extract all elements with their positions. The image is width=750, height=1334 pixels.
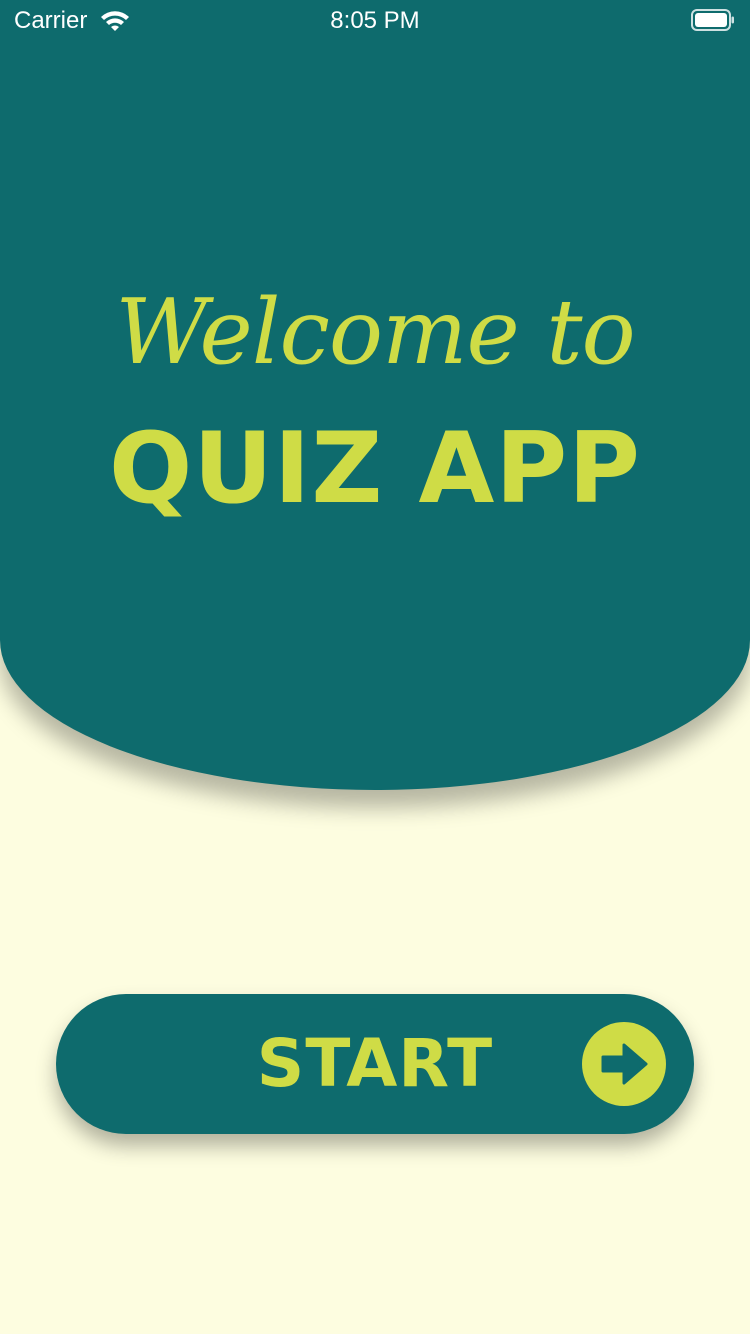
status-time: 8:05 PM <box>330 7 420 34</box>
welcome-text: Welcome to <box>115 280 635 385</box>
arrow-right-circle-icon <box>582 1022 666 1106</box>
status-bar: Carrier 8:05 PM <box>0 0 750 40</box>
start-button[interactable]: START <box>56 994 694 1134</box>
battery-icon <box>691 9 734 31</box>
header-banner: Welcome to QUIZ APP <box>0 0 750 790</box>
app-title: QUIZ APP <box>108 412 642 526</box>
